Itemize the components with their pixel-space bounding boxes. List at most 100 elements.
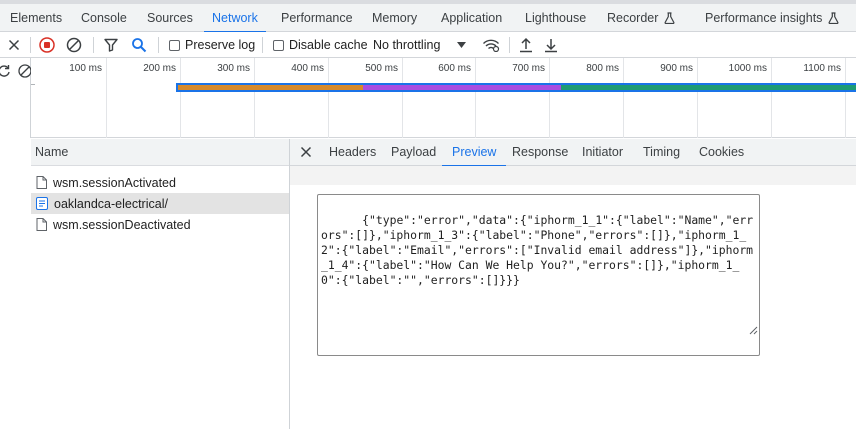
disable-cache-checkbox[interactable]: Disable cache bbox=[273, 32, 368, 58]
tab-console[interactable]: Console bbox=[81, 4, 127, 32]
devtools-panel-tabs: Elements Console Sources Network Perform… bbox=[0, 0, 856, 33]
tab-label: Preview bbox=[452, 145, 497, 159]
request-detail-panel: Headers Payload Preview Response Initiat… bbox=[290, 139, 856, 429]
tab-headers[interactable]: Headers bbox=[329, 139, 376, 166]
timeline-tick-label: 500 ms bbox=[365, 63, 398, 74]
detail-tabs: Headers Payload Preview Response Initiat… bbox=[290, 139, 856, 167]
timeline-tick-label: 900 ms bbox=[660, 63, 693, 74]
toolbar-divider bbox=[93, 37, 94, 53]
request-row[interactable]: oaklandca-electrical/ bbox=[31, 193, 289, 214]
network-overview[interactable]: 100 ms 200 ms 300 ms 400 ms 500 ms 600 ms 700 … bbox=[0, 58, 856, 138]
preserve-log-checkbox[interactable]: Preserve log bbox=[169, 32, 255, 58]
tab-response[interactable]: Response bbox=[512, 139, 568, 166]
request-row[interactable]: wsm.sessionActivated bbox=[31, 172, 289, 193]
tab-initiator[interactable]: Initiator bbox=[582, 139, 623, 166]
throttling-select[interactable]: No throttling bbox=[373, 32, 467, 58]
tab-label: Performance insights bbox=[705, 11, 823, 25]
preview-json: {"type":"error","data":{"iphorm_1_1":{"l… bbox=[321, 213, 754, 287]
search-icon[interactable] bbox=[131, 32, 147, 58]
timeline-gridline bbox=[771, 58, 772, 138]
timeline-tick-label: 600 ms bbox=[438, 63, 471, 74]
timeline-gridline bbox=[475, 58, 476, 138]
checkbox-box[interactable] bbox=[169, 39, 180, 51]
tab-payload[interactable]: Payload bbox=[391, 139, 436, 166]
timeline-tick-label: 400 ms bbox=[291, 63, 324, 74]
import-har-icon[interactable] bbox=[519, 32, 533, 58]
tab-application[interactable]: Application bbox=[441, 4, 502, 32]
reload-icon[interactable] bbox=[0, 64, 10, 81]
response-preview-text[interactable]: {"type":"error","data":{"iphorm_1_1":{"l… bbox=[317, 194, 760, 356]
tab-label: Payload bbox=[391, 145, 437, 159]
column-header-label: Name bbox=[35, 145, 69, 159]
timeline-gridline bbox=[328, 58, 329, 138]
request-row[interactable]: wsm.sessionDeactivated bbox=[31, 214, 289, 235]
toolbar-divider bbox=[158, 37, 159, 53]
throttling-value: No throttling bbox=[373, 38, 441, 52]
toolbar-divider bbox=[30, 37, 31, 53]
tab-network[interactable]: Network bbox=[204, 4, 266, 33]
tab-label: Console bbox=[81, 11, 127, 25]
timeline-gridline bbox=[106, 58, 107, 138]
tab-recorder[interactable]: Recorder bbox=[607, 4, 675, 32]
timeline-tick-label: 1000 ms bbox=[728, 63, 767, 74]
stop-recording-icon[interactable] bbox=[39, 32, 55, 58]
tab-label: Memory bbox=[372, 11, 418, 25]
tab-label: Sources bbox=[147, 11, 193, 25]
tab-memory[interactable]: Memory bbox=[372, 4, 417, 32]
overview-selection-outline bbox=[176, 83, 856, 92]
flask-icon bbox=[664, 6, 675, 34]
document-icon bbox=[36, 218, 47, 231]
close-icon[interactable] bbox=[8, 32, 20, 58]
tab-lighthouse[interactable]: Lighthouse bbox=[525, 4, 586, 32]
export-har-icon[interactable] bbox=[544, 32, 558, 58]
filter-icon[interactable] bbox=[104, 32, 118, 58]
request-list: Name wsm.sessionActivated oaklandca-elec… bbox=[31, 139, 290, 429]
tab-performance-insights[interactable]: Performance insights bbox=[705, 4, 839, 32]
timeline-gridline bbox=[549, 58, 550, 138]
preview-content: {"type":"error","data":{"iphorm_1_1":{"l… bbox=[290, 166, 856, 429]
overview-left-gutter bbox=[0, 58, 35, 138]
tab-label: Lighthouse bbox=[525, 11, 587, 25]
tab-elements[interactable]: Elements bbox=[10, 4, 62, 32]
tab-sources[interactable]: Sources bbox=[147, 4, 193, 32]
overview-marker bbox=[31, 84, 35, 85]
clear-icon[interactable] bbox=[66, 32, 82, 58]
request-name: wsm.sessionDeactivated bbox=[53, 217, 191, 232]
tab-label: Performance bbox=[281, 11, 353, 25]
timeline-tick-label: 700 ms bbox=[512, 63, 545, 74]
name-column-header[interactable]: Name bbox=[31, 139, 289, 166]
tab-label: Elements bbox=[10, 11, 63, 25]
dropdown-arrow-icon bbox=[457, 42, 467, 48]
tab-label: Recorder bbox=[607, 11, 659, 25]
network-conditions-icon[interactable] bbox=[482, 32, 500, 58]
clear-icon[interactable] bbox=[17, 64, 32, 81]
timeline-gridline bbox=[254, 58, 255, 138]
document-icon bbox=[36, 176, 47, 189]
flask-icon bbox=[828, 6, 839, 34]
disable-cache-label: Disable cache bbox=[289, 38, 368, 52]
timeline-gridline bbox=[180, 58, 181, 138]
toolbar-divider bbox=[262, 37, 263, 53]
tab-cookies[interactable]: Cookies bbox=[699, 139, 744, 166]
resize-handle-icon[interactable] bbox=[694, 309, 758, 354]
close-icon[interactable] bbox=[300, 146, 312, 161]
toolbar-divider bbox=[509, 37, 510, 53]
checkbox-box[interactable] bbox=[273, 39, 284, 51]
tab-preview[interactable]: Preview bbox=[442, 139, 507, 167]
timeline-gridline bbox=[697, 58, 698, 138]
tab-label: Network bbox=[212, 11, 258, 25]
tab-label: Response bbox=[512, 145, 569, 159]
tab-timing[interactable]: Timing bbox=[643, 139, 680, 166]
timeline-tick-label: 200 ms bbox=[143, 63, 176, 74]
tab-label: Cookies bbox=[699, 145, 745, 159]
tab-label: Application bbox=[441, 11, 503, 25]
document-type-icon bbox=[36, 197, 48, 210]
timeline-tick-label: 1100 ms bbox=[803, 63, 841, 74]
network-toolbar: Preserve log Disable cache No throttling bbox=[0, 32, 856, 58]
tab-label: Timing bbox=[643, 145, 681, 159]
request-name: wsm.sessionActivated bbox=[53, 175, 176, 190]
timeline-gridline bbox=[623, 58, 624, 138]
tab-performance[interactable]: Performance bbox=[281, 4, 353, 32]
timeline-tick-label: 100 ms bbox=[69, 63, 102, 74]
tab-label: Initiator bbox=[582, 145, 623, 159]
